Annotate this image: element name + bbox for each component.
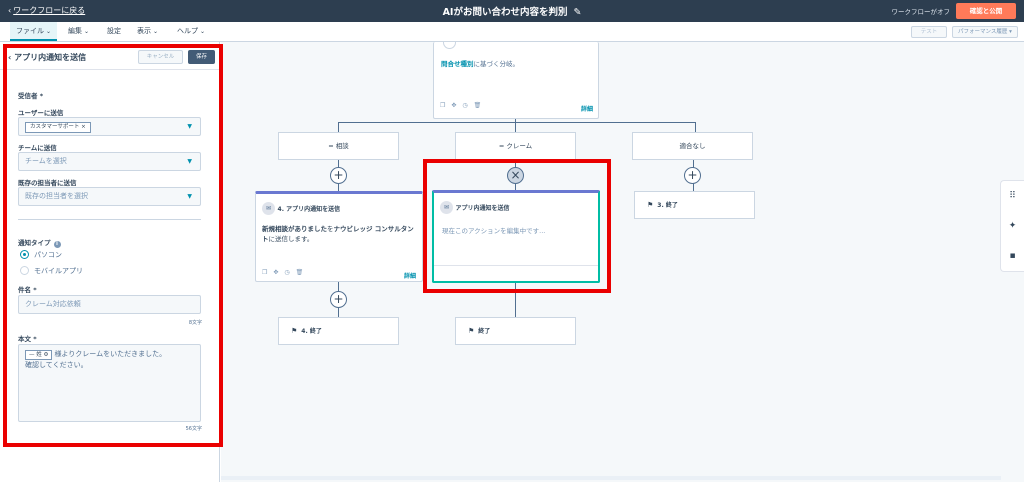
menu-help[interactable]: ヘルプ ⌄ [177, 22, 205, 41]
flag-icon: ⚑ [468, 327, 475, 335]
workflow-canvas[interactable]: 問合せ種別に基づく分岐。 ❐ ✥ ◷ 🗑 詳細 = 相談 = クレーム 適合なし + … [221, 42, 1024, 482]
clone-icon[interactable]: ◷ [462, 102, 467, 109]
action-4-title: 4. アプリ内通知を送信 [277, 206, 341, 213]
grid-icon[interactable]: ⠿ [1001, 181, 1024, 211]
menu-view[interactable]: 表示 ⌄ [137, 22, 158, 41]
menu-edit-label: 編集 [68, 27, 82, 35]
chevron-down-icon: ⌄ [200, 28, 206, 35]
connector [338, 122, 695, 123]
move-icon[interactable]: ✥ [451, 102, 456, 109]
card-actions: ❐ ✥ ◷ 🗑 [440, 102, 487, 109]
connector [338, 122, 339, 132]
menu-file[interactable]: ファイル ⌄ [10, 22, 58, 41]
details-link[interactable]: 詳細 [581, 104, 593, 113]
card-icon [443, 42, 456, 49]
branch-condition-card[interactable]: 問合せ種別に基づく分岐。 ❐ ✥ ◷ 🗑 詳細 [433, 42, 599, 119]
highlight-box-card [423, 159, 611, 293]
comment-icon[interactable]: ▪ [1001, 241, 1024, 271]
end-4-label: 4. 終了 [301, 328, 322, 335]
test-button[interactable]: テスト [911, 26, 947, 38]
performance-history-button[interactable]: パフォーマンス履歴 ▾ [952, 26, 1018, 38]
review-publish-button[interactable]: 確認と公開 [956, 3, 1016, 19]
end-step-3[interactable]: ⚑ 3. 終了 [634, 191, 755, 219]
flag-icon: ⚑ [291, 327, 298, 335]
end-step-4[interactable]: ⚑ 4. 終了 [278, 317, 399, 345]
card-actions: ❐ ✥ ◷ 🗑 [262, 269, 309, 276]
chevron-down-icon: ⌄ [46, 28, 52, 35]
connector [515, 119, 516, 132]
canvas-tools: ⠿ ✦ ▪ [1000, 180, 1024, 272]
details-link[interactable]: 詳細 [404, 271, 416, 280]
top-bar: ‹ ワークフローに戻る AIがお問い合わせ内容を判別 ✎ ワークフローがオフ 確認と… [0, 0, 1024, 22]
menu-bar: ファイル ⌄ 編集 ⌄ 設定 表示 ⌄ ヘルプ ⌄ テスト パフォーマンス履歴 ▾ [0, 22, 1024, 42]
delete-icon[interactable]: 🗑 [296, 269, 304, 276]
branch-consultation[interactable]: = 相談 [278, 132, 399, 160]
chevron-down-icon: ⌄ [153, 28, 159, 35]
action-card-4[interactable]: ✉ 4. アプリ内通知を送信 新規相談がありましたをナウビレッジ コンサルタント… [255, 191, 423, 282]
menu-edit[interactable]: 編集 ⌄ [68, 22, 89, 41]
delete-icon[interactable]: 🗑 [474, 102, 482, 109]
action-4-description: 新規相談がありましたをナウビレッジ コンサルタントに送信します。 [262, 224, 418, 244]
menu-settings-label: 設定 [107, 27, 121, 35]
connector [695, 122, 696, 132]
copy-icon[interactable]: ❐ [262, 269, 267, 276]
property-link[interactable]: 問合せ種別 [441, 60, 474, 68]
add-step-button[interactable]: + [330, 167, 347, 184]
branch-complaint[interactable]: = クレーム [455, 132, 576, 160]
action-4-end: に送信します。 [268, 235, 314, 243]
action-header: ✉ 4. アプリ内通知を送信 [262, 202, 340, 215]
workflow-status: ワークフローがオフ [891, 8, 951, 16]
workflow-title-text: AIがお問い合わせ内容を判別 [442, 7, 568, 18]
add-step-button[interactable]: + [684, 167, 701, 184]
workflow-title[interactable]: AIがお問い合わせ内容を判別 ✎ [0, 4, 1024, 18]
menu-file-label: ファイル [16, 27, 44, 35]
copy-icon[interactable]: ❐ [440, 102, 445, 109]
chevron-down-icon: ⌄ [84, 28, 90, 35]
end-3-label: 3. 終了 [657, 202, 678, 209]
menu-help-label: ヘルプ [177, 27, 198, 35]
sparkle-icon[interactable]: ✦ [1001, 211, 1024, 241]
add-step-button[interactable]: + [330, 291, 347, 308]
pencil-icon[interactable]: ✎ [573, 7, 581, 18]
highlight-box-panel [3, 44, 223, 447]
end-step-new[interactable]: ⚑ 終了 [455, 317, 576, 345]
clone-icon[interactable]: ◷ [284, 269, 289, 276]
end-new-label: 終了 [478, 328, 491, 335]
menu-settings[interactable]: 設定 [107, 22, 121, 41]
perf-label: パフォーマンス履歴 [958, 29, 1008, 35]
branch-description-text: に基づく分岐。 [473, 60, 520, 68]
horizontal-scrollbar[interactable] [221, 476, 1001, 480]
message-icon: ✉ [262, 202, 275, 215]
menu-view-label: 表示 [137, 27, 151, 35]
flag-icon: ⚑ [647, 201, 654, 209]
action-4-bold-1: 新規相談がありました [262, 225, 327, 233]
branch-description: 問合せ種別に基づく分岐。 [441, 58, 519, 68]
move-icon[interactable]: ✥ [273, 269, 278, 276]
branch-no-match[interactable]: 適合なし [632, 132, 753, 160]
